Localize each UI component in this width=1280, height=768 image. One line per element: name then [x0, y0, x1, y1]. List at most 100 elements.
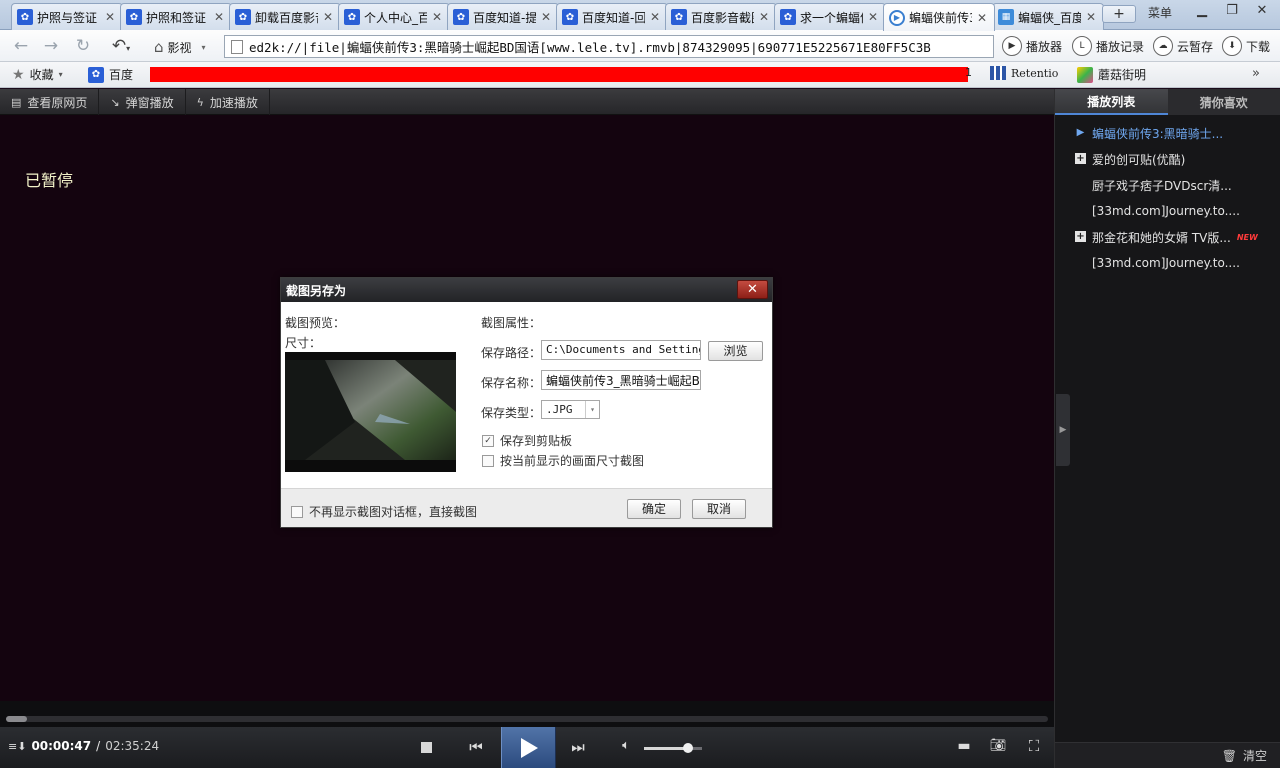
address-bar[interactable]: ed2k://|file|蝙蝠侠前传3:黑暗骑士崛起BD国语[www.lele.… — [224, 35, 994, 58]
more-bookmarks-icon[interactable]: » — [1252, 66, 1260, 81]
browser-tab-title: 蝙蝠侠前传3 — [909, 11, 972, 25]
bookmark-mogu[interactable]: 蘑菇街明 — [1077, 66, 1146, 83]
current-size-option[interactable]: 按当前显示的画面尺寸截图 — [482, 452, 644, 469]
cloud-button[interactable]: ☁ 云暂存 — [1153, 35, 1213, 57]
preview-label: 截图预览： — [285, 316, 346, 330]
playlist-item-title: 蝙蝠侠前传3:黑暗骑士... — [1092, 126, 1224, 141]
close-tab-icon[interactable]: ✕ — [104, 10, 116, 24]
save-path-input[interactable]: C:\Documents and Settings\ — [541, 340, 701, 360]
stop-icon — [420, 742, 432, 753]
expand-icon[interactable]: + — [1075, 231, 1086, 242]
playlist-item[interactable]: [33md.com]Journey.to.... — [1055, 198, 1280, 224]
save-type-value: .JPG — [546, 403, 573, 416]
close-tab-icon[interactable]: ✕ — [322, 10, 334, 24]
screenshot-preview-image — [285, 352, 456, 472]
browser-tab[interactable]: ✿ 百度知道-提问 ✕ — [447, 3, 559, 30]
browser-menu-button[interactable]: 菜单 — [1148, 4, 1172, 21]
browser-tab[interactable]: ✿ 百度影音截图 ✕ — [665, 3, 777, 30]
current-size-checkbox[interactable] — [482, 454, 494, 467]
stop-button[interactable] — [418, 740, 434, 756]
dont-show-option[interactable]: 不再显示截图对话框，直接截图 — [291, 503, 477, 520]
baidu-paw-icon: ✿ — [671, 9, 687, 25]
tab-recommend[interactable]: 猜你喜欢 — [1168, 89, 1280, 115]
bookmark-baidu[interactable]: ✿ 百度 — [88, 66, 133, 83]
browser-tab[interactable]: ▶ 蝙蝠侠前传3 ✕ — [883, 3, 995, 31]
sidebar-collapse-handle[interactable]: ▶ — [1056, 394, 1070, 466]
browser-tab[interactable]: ✿ 护照和签证 ✕ — [120, 3, 232, 30]
close-tab-icon[interactable]: ✕ — [976, 11, 988, 25]
playlist-item[interactable]: ▶ 蝙蝠侠前传3:黑暗骑士... — [1055, 120, 1280, 146]
browser-tab[interactable]: ✿ 求一个蝙蝠侠 ✕ — [774, 3, 886, 30]
new-tab-button[interactable]: + — [1102, 5, 1136, 23]
next-button[interactable]: ⏭ — [567, 738, 589, 756]
chart-icon — [990, 66, 1006, 80]
close-tab-icon[interactable]: ✕ — [758, 10, 770, 24]
forward-icon[interactable]: → — [40, 36, 62, 56]
browser-tab[interactable]: ▦ 蝙蝠侠_百度 ✕ — [992, 3, 1104, 30]
ok-button[interactable]: 确定 — [627, 499, 681, 519]
close-tab-icon[interactable]: ✕ — [867, 10, 879, 24]
playlist-item[interactable]: + 那金花和她的女婿 TV版... NEW — [1055, 224, 1280, 250]
open-folder-button[interactable]: ▬ — [954, 738, 974, 754]
volume-knob[interactable] — [682, 743, 693, 753]
clipboard-checkbox[interactable]: ✓ — [482, 434, 494, 447]
mute-button[interactable]: 🔈︎ — [616, 738, 636, 753]
playlist-mode-icon[interactable]: ≡⬇ — [8, 740, 26, 753]
browser-tab-title: 蝙蝠侠_百度 — [1018, 10, 1081, 25]
minimize-icon[interactable]: ▁ — [1188, 3, 1216, 21]
clipboard-option[interactable]: ✓ 保存到剪贴板 — [482, 432, 572, 449]
cancel-button[interactable]: 取消 — [692, 499, 746, 519]
baidu-paw-icon: ✿ — [126, 9, 142, 25]
seek-bar[interactable] — [6, 716, 1048, 722]
page-icon: ▤ — [11, 95, 22, 109]
close-tab-icon[interactable]: ✕ — [649, 10, 661, 24]
bookmark-retentio[interactable]: Retentio — [990, 66, 1058, 80]
close-tab-icon[interactable]: ✕ — [540, 10, 552, 24]
playlist-item[interactable]: [33md.com]Journey.to.... — [1055, 250, 1280, 276]
view-original-button[interactable]: ▤ 查看原网页 — [0, 89, 100, 115]
favorites-menu[interactable]: ★ 收藏 ▾ — [12, 66, 63, 83]
play-button[interactable] — [501, 727, 556, 768]
save-name-input[interactable]: 蝙蝠侠前传3_黑暗骑士崛起BD — [541, 370, 701, 390]
browser-tab[interactable]: ✿ 个人中心_百度 ✕ — [338, 3, 450, 30]
favorites-label: 收藏 — [29, 68, 54, 82]
history-button[interactable]: L 播放记录 — [1072, 35, 1144, 57]
clear-playlist-button[interactable]: 🗑︎ 清空 — [1055, 742, 1280, 768]
playlist-item[interactable]: + 爱的创可贴(优酷) — [1055, 146, 1280, 172]
address-url[interactable]: ed2k://|file|蝙蝠侠前传3:黑暗骑士崛起BD国语[www.lele.… — [249, 37, 931, 56]
volume-slider[interactable] — [644, 743, 702, 753]
refresh-icon[interactable]: ↻ — [72, 36, 94, 56]
accelerate-button[interactable]: ϟ 加速播放 — [186, 89, 270, 115]
save-type-select[interactable]: .JPG ▾ — [541, 400, 600, 419]
fullscreen-button[interactable]: ⛶ — [1024, 737, 1044, 755]
screenshot-button[interactable]: 📷︎ — [988, 738, 1008, 753]
browser-tab[interactable]: ✿ 百度知道-回答 ✕ — [556, 3, 668, 30]
expand-icon[interactable]: + — [1075, 153, 1086, 164]
play-icon — [520, 737, 538, 758]
home-button[interactable]: ⌂ 影视 ▾ — [154, 38, 206, 56]
playlist-item[interactable]: 厨子戏子痞子DVDscr清... — [1055, 172, 1280, 198]
clear-label: 清空 — [1242, 749, 1267, 763]
browse-button[interactable]: 浏览 — [708, 341, 763, 361]
dont-show-checkbox[interactable] — [291, 505, 303, 518]
popup-play-button[interactable]: ↘ 弹窗播放 — [99, 89, 186, 115]
previous-button[interactable]: ⏮ — [465, 738, 487, 756]
tab-playlist[interactable]: 播放列表 — [1055, 89, 1168, 115]
download-button[interactable]: ⬇ 下载 — [1222, 35, 1270, 57]
close-window-icon[interactable]: ✕ — [1248, 3, 1276, 21]
dialog-close-button[interactable]: ✕ — [737, 280, 768, 299]
browser-tab[interactable]: ✿ 护照与签证 ✕ — [11, 3, 123, 30]
player-button[interactable]: ▶ 播放器 — [1002, 35, 1062, 57]
dialog-footer: 不再显示截图对话框，直接截图 确定 取消 — [281, 488, 772, 527]
close-tab-icon[interactable]: ✕ — [1085, 10, 1097, 24]
undo-icon[interactable]: ↶▾ — [104, 36, 138, 56]
new-badge: NEW — [1236, 232, 1258, 242]
close-tab-icon[interactable]: ✕ — [213, 10, 225, 24]
grid-icon: ▦ — [998, 9, 1014, 25]
close-tab-icon[interactable]: ✕ — [431, 10, 443, 24]
clipboard-label: 保存到剪贴板 — [500, 434, 573, 448]
browser-tab[interactable]: ✿ 卸载百度影音 ✕ — [229, 3, 341, 30]
home-label: 影视 — [167, 40, 192, 55]
restore-icon[interactable]: ❐ — [1218, 3, 1246, 21]
back-icon[interactable]: ← — [10, 36, 32, 56]
